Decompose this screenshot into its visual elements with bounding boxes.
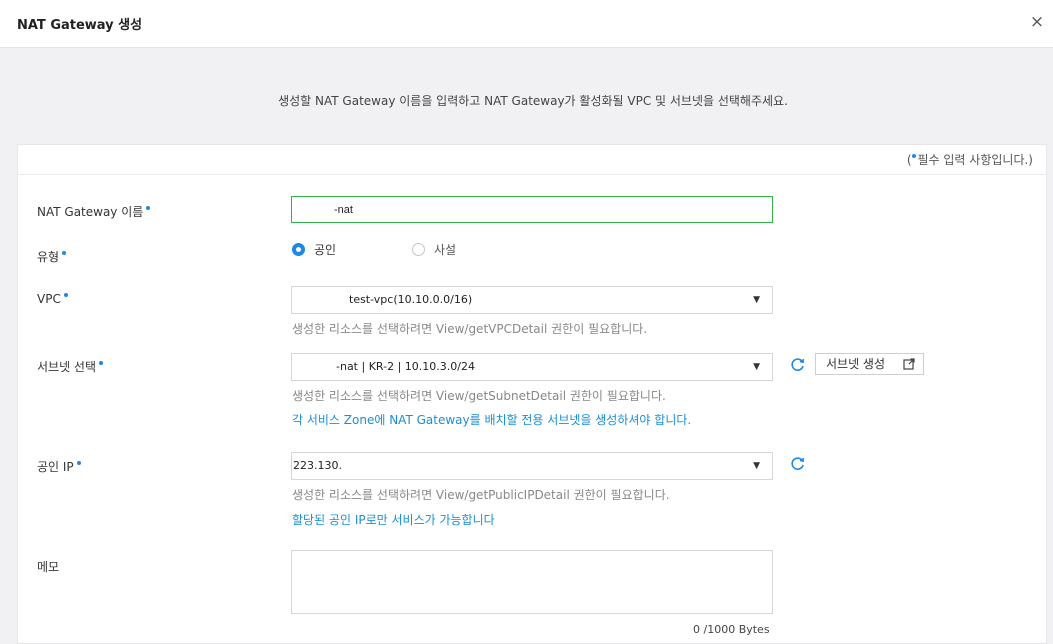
required-note-open: (	[906, 153, 912, 167]
required-dot-icon	[99, 360, 104, 365]
public-ip-select[interactable]: ▼	[291, 452, 773, 480]
memo-label: 메모	[37, 560, 60, 574]
vpc-help: 생성한 리소스를 선택하려면 View/getVPCDetail 권한이 필요합…	[292, 322, 648, 336]
create-subnet-label: 서브넷 생성	[826, 357, 886, 371]
required-note: ( 필수 입력 사항입니다.)	[907, 151, 1033, 168]
subnet-select-value: -nat | KR-2 | 10.10.3.0/24	[336, 360, 475, 373]
close-icon[interactable]: ×	[1027, 11, 1047, 33]
divider	[17, 174, 1047, 175]
public-ip-label: 공인 IP	[37, 458, 81, 475]
radio-checked-icon	[292, 243, 305, 256]
subnet-label: 서브넷 선택	[37, 358, 104, 375]
public-ip-help: 생성한 리소스를 선택하려면 View/getPublicIPDetail 권한…	[292, 488, 670, 502]
caret-down-icon: ▼	[753, 295, 760, 305]
required-dot-icon	[63, 292, 68, 297]
public-ip-value: 223.130.	[293, 459, 342, 472]
subnet-label-text: 서브넷 선택	[37, 360, 97, 374]
type-label: 유형	[37, 248, 67, 265]
vpc-label-text: VPC	[37, 292, 61, 306]
required-dot-icon	[911, 153, 916, 158]
required-dot-icon	[62, 250, 67, 255]
vpc-label: VPC	[37, 292, 68, 306]
type-option-private: 사설	[434, 243, 457, 257]
caret-down-icon: ▼	[753, 362, 760, 372]
required-dot-icon	[76, 460, 81, 465]
public-ip-label-text: 공인 IP	[37, 460, 74, 474]
required-dot-icon	[146, 205, 151, 210]
type-radio-private[interactable]: 사설	[412, 241, 456, 258]
radio-unchecked-icon	[412, 243, 425, 256]
subnet-help: 생성한 리소스를 선택하려면 View/getSubnetDetail 권한이 …	[292, 389, 666, 403]
create-subnet-button[interactable]: 서브넷 생성	[815, 353, 924, 375]
type-option-public: 공인	[314, 243, 337, 257]
subnet-select[interactable]: -nat | KR-2 | 10.10.3.0/24 ▼	[291, 353, 773, 381]
subnet-notice: 각 서비스 Zone에 NAT Gateway를 배치할 전용 서브넷을 생성하…	[292, 413, 692, 427]
name-label: NAT Gateway 이름	[37, 203, 151, 220]
memo-byte-counter: 0 /1000 Bytes	[693, 623, 770, 636]
modal-description: 생성할 NAT Gateway 이름을 입력하고 NAT Gateway가 활성…	[278, 94, 788, 108]
vpc-select[interactable]: test-vpc(10.10.0.0/16) ▼	[291, 286, 773, 314]
public-ip-notice: 할당된 공인 IP로만 서비스가 가능합니다	[292, 513, 495, 527]
caret-down-icon: ▼	[753, 461, 760, 471]
type-radio-public[interactable]: 공인	[292, 241, 336, 258]
name-label-text: NAT Gateway 이름	[37, 205, 144, 219]
public-ip-refresh-icon[interactable]	[789, 455, 807, 473]
type-label-text: 유형	[37, 250, 60, 264]
subnet-refresh-icon[interactable]	[789, 356, 807, 374]
external-link-icon	[903, 358, 915, 370]
name-input[interactable]	[291, 196, 773, 223]
required-note-text: 필수 입력 사항입니다.)	[917, 153, 1034, 167]
modal-header: NAT Gateway 생성 ×	[0, 0, 1053, 48]
memo-textarea[interactable]	[291, 550, 773, 614]
vpc-select-value: test-vpc(10.10.0.0/16)	[349, 293, 473, 306]
modal-title: NAT Gateway 생성	[17, 18, 143, 33]
